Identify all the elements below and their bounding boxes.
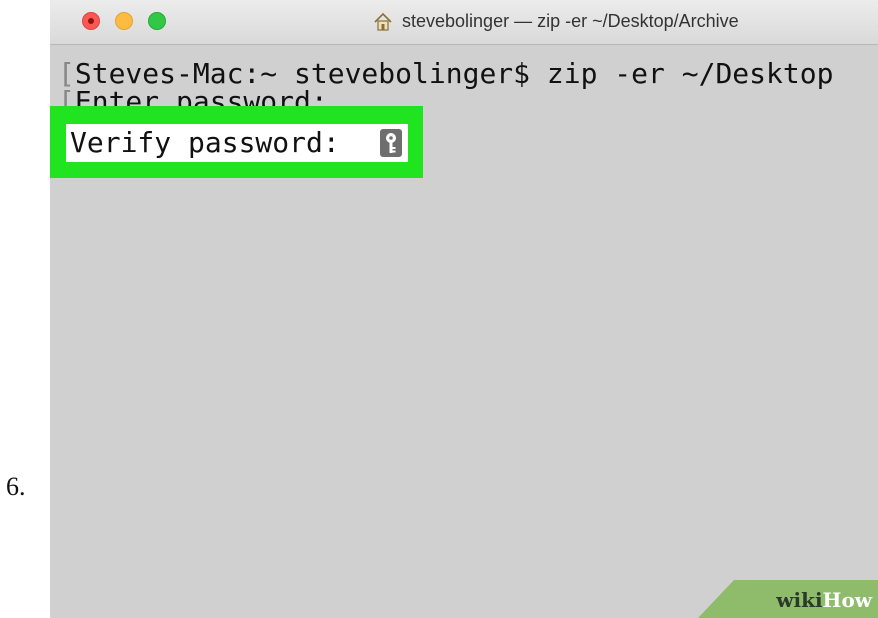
zoom-button[interactable] bbox=[148, 12, 166, 30]
verify-password-prompt: Verify password: bbox=[70, 126, 340, 159]
watermark-how: How bbox=[822, 588, 872, 612]
watermark-text: wikiHow bbox=[776, 588, 872, 612]
terminal-window: stevebolinger — zip -er ~/Desktop/Archiv… bbox=[50, 0, 878, 618]
terminal-content[interactable]: [Steves-Mac:~ stevebolinger$ zip -er ~/D… bbox=[50, 44, 878, 618]
wikihow-watermark: wikiHow bbox=[698, 580, 878, 618]
watermark-wiki: wiki bbox=[776, 588, 823, 612]
step-number: 6. bbox=[6, 472, 26, 501]
key-icon bbox=[380, 129, 402, 157]
window-title: stevebolinger — zip -er ~/Desktop/Archiv… bbox=[402, 11, 739, 31]
close-button[interactable] bbox=[82, 12, 100, 30]
highlight-box: Verify password: bbox=[50, 106, 423, 178]
home-icon bbox=[374, 12, 392, 31]
minimize-button[interactable] bbox=[115, 12, 133, 30]
verify-password-line: Verify password: bbox=[66, 124, 408, 162]
title-bar[interactable]: stevebolinger — zip -er ~/Desktop/Archiv… bbox=[50, 0, 878, 45]
